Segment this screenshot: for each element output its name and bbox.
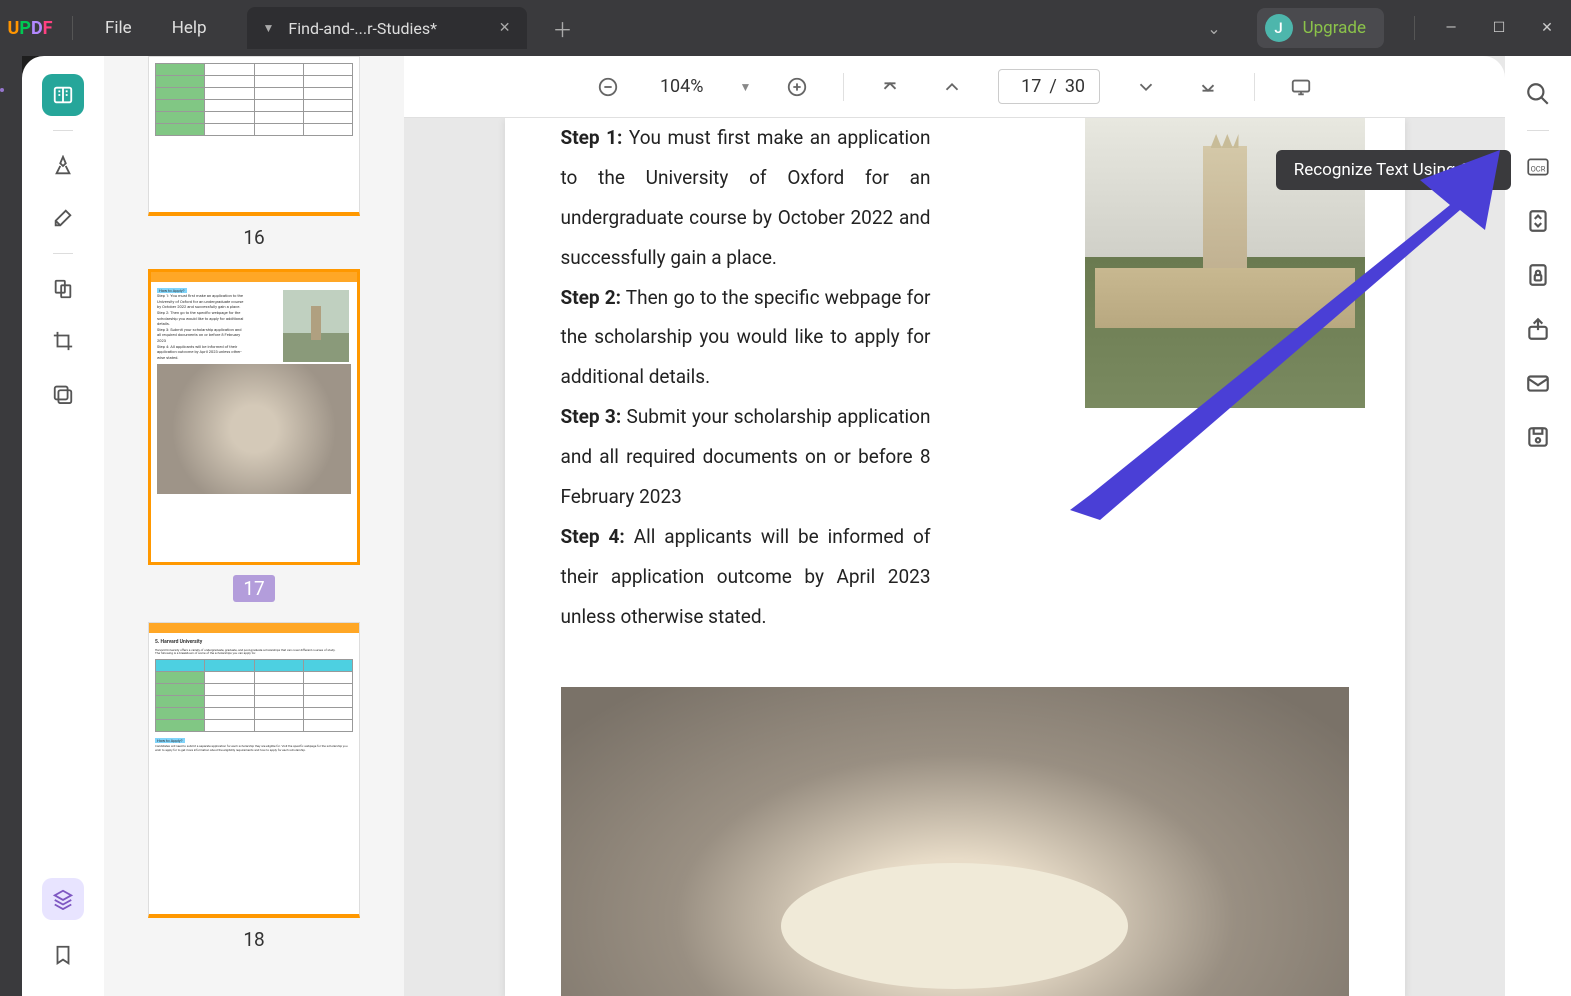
page-indicator[interactable]: 17 / 30 bbox=[998, 69, 1100, 104]
convert-button[interactable] bbox=[1520, 203, 1556, 239]
tab-close-icon[interactable]: ✕ bbox=[499, 20, 511, 36]
reader-mode-button[interactable] bbox=[42, 74, 84, 116]
email-icon bbox=[1525, 370, 1551, 396]
svg-text:OCR: OCR bbox=[1531, 164, 1546, 173]
thumbnail-number-current: 17 bbox=[233, 575, 274, 602]
organize-pages-button[interactable] bbox=[42, 268, 84, 310]
present-button[interactable] bbox=[1285, 71, 1317, 103]
document-area: 104% ▼ 17 / 30 bbox=[404, 56, 1505, 996]
protect-button[interactable] bbox=[1520, 257, 1556, 293]
thumbnail-number: 18 bbox=[243, 928, 264, 951]
crop-tool-button[interactable] bbox=[42, 320, 84, 362]
crop-icon bbox=[52, 330, 74, 352]
organize-icon bbox=[52, 278, 74, 300]
highlight-icon bbox=[52, 155, 74, 177]
minimize-button[interactable]: ― bbox=[1427, 0, 1475, 56]
zoom-out-button[interactable] bbox=[592, 71, 624, 103]
right-toolbar: OCR bbox=[1505, 56, 1571, 996]
students-image bbox=[561, 687, 1349, 996]
convert-icon bbox=[1525, 208, 1551, 234]
separator bbox=[53, 253, 73, 254]
search-icon bbox=[1525, 81, 1551, 107]
search-button[interactable] bbox=[1520, 76, 1556, 112]
separator bbox=[843, 73, 844, 101]
window-edge bbox=[0, 56, 22, 996]
tab-title: Find-and-...r-Studies* bbox=[288, 19, 484, 38]
menu-help[interactable]: Help bbox=[152, 18, 227, 38]
thumbnail-panel[interactable]: 16 How to Apply? Step 1: You must first … bbox=[104, 56, 404, 996]
left-toolbar bbox=[22, 56, 104, 996]
user-avatar: J bbox=[1265, 14, 1293, 42]
separator bbox=[53, 130, 73, 131]
zoom-in-icon bbox=[786, 76, 808, 98]
zoom-dropdown-icon[interactable]: ▼ bbox=[739, 80, 751, 94]
view-toolbar: 104% ▼ 17 / 30 bbox=[404, 56, 1505, 118]
email-button[interactable] bbox=[1520, 365, 1556, 401]
prev-page-button[interactable] bbox=[936, 71, 968, 103]
thumbnail-16[interactable]: 16 bbox=[148, 56, 360, 249]
protect-icon bbox=[1525, 262, 1551, 288]
bookmark-button[interactable] bbox=[42, 934, 84, 976]
total-pages: 30 bbox=[1065, 76, 1085, 97]
page-content: Step 1: You must first make an applicati… bbox=[505, 118, 1405, 996]
menu-file[interactable]: File bbox=[85, 18, 152, 38]
current-page: 17 bbox=[1013, 76, 1041, 97]
edit-tool-button[interactable] bbox=[42, 197, 84, 239]
thumbnail-number: 16 bbox=[243, 226, 264, 249]
present-icon bbox=[1290, 76, 1312, 98]
first-page-button[interactable] bbox=[874, 71, 906, 103]
last-page-icon bbox=[1197, 76, 1219, 98]
separator bbox=[1254, 73, 1255, 101]
layers-icon bbox=[52, 888, 74, 910]
share-button[interactable] bbox=[1520, 311, 1556, 347]
zoom-in-button[interactable] bbox=[781, 71, 813, 103]
page-text: Step 1: You must first make an applicati… bbox=[561, 118, 931, 637]
next-page-button[interactable] bbox=[1130, 71, 1162, 103]
ocr-tooltip: Recognize Text Using OCR bbox=[1276, 150, 1511, 190]
ocr-button[interactable]: OCR bbox=[1520, 149, 1556, 185]
edit-icon bbox=[52, 207, 74, 229]
upgrade-label: Upgrade bbox=[1303, 18, 1366, 38]
document-tab[interactable]: ▼ Find-and-...r-Studies* ✕ bbox=[247, 7, 527, 49]
new-tab-button[interactable]: ＋ bbox=[543, 14, 583, 43]
comment-tool-button[interactable] bbox=[42, 145, 84, 187]
save-icon bbox=[1525, 424, 1551, 450]
redact-tool-button[interactable] bbox=[42, 372, 84, 414]
next-page-icon bbox=[1135, 76, 1157, 98]
fit-page-icon bbox=[879, 76, 901, 98]
save-button[interactable] bbox=[1520, 419, 1556, 455]
fit-width-icon bbox=[941, 76, 963, 98]
tab-dropdown-icon[interactable]: ▼ bbox=[263, 21, 275, 35]
share-icon bbox=[1525, 316, 1551, 342]
thumbnail-18[interactable]: 5. Harvard University Harvard University… bbox=[148, 622, 360, 951]
thumbnail-17[interactable]: How to Apply? Step 1: You must first mak… bbox=[148, 269, 360, 602]
titlebar: UPDF File Help ▼ Find-and-...r-Studies* … bbox=[0, 0, 1571, 56]
layers-button[interactable] bbox=[42, 878, 84, 920]
close-window-button[interactable]: ✕ bbox=[1523, 0, 1571, 56]
zoom-level: 104% bbox=[654, 76, 710, 97]
app-logo: UPDF bbox=[0, 18, 60, 39]
bookmark-icon bbox=[52, 944, 74, 966]
separator bbox=[1414, 16, 1415, 40]
zoom-out-icon bbox=[597, 76, 619, 98]
separator bbox=[1527, 130, 1549, 131]
ocr-icon: OCR bbox=[1525, 154, 1551, 180]
separator bbox=[72, 16, 73, 40]
upgrade-button[interactable]: J Upgrade bbox=[1257, 8, 1384, 48]
reader-icon bbox=[52, 84, 74, 106]
window-menu-icon[interactable]: ⌄ bbox=[1189, 19, 1238, 38]
maximize-button[interactable]: ☐ bbox=[1475, 0, 1523, 56]
last-page-button[interactable] bbox=[1192, 71, 1224, 103]
document-viewport[interactable]: Step 1: You must first make an applicati… bbox=[404, 118, 1505, 996]
page-separator: / bbox=[1049, 76, 1056, 97]
redact-icon bbox=[52, 382, 74, 404]
